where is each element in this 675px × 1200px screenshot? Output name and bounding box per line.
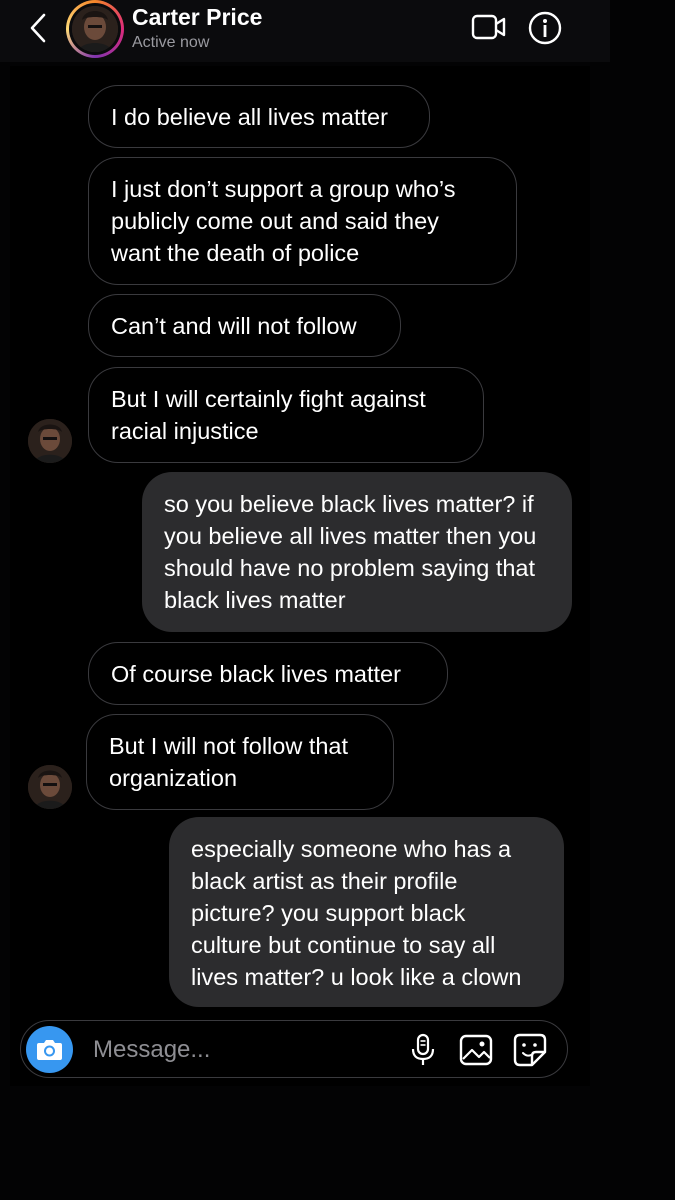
chevron-left-icon — [30, 13, 46, 43]
message-bubble-outgoing[interactable]: so you believe black lives matter? if yo… — [142, 472, 572, 632]
camera-icon — [37, 1040, 62, 1060]
message-input[interactable] — [91, 1031, 385, 1069]
message-text: Can’t and will not follow — [111, 313, 357, 339]
video-call-button[interactable] — [470, 12, 508, 42]
message-text: I just don’t support a group who’s publi… — [111, 176, 456, 266]
chat-header: Carter Price Active now — [0, 0, 610, 62]
active-status: Active now — [132, 34, 210, 51]
camera-button[interactable] — [26, 1026, 73, 1073]
gallery-button[interactable] — [458, 1033, 494, 1067]
message-bubble-incoming[interactable]: Of course black lives matter — [88, 642, 448, 705]
microphone-icon — [411, 1033, 435, 1065]
info-button[interactable] — [527, 10, 563, 46]
voice-message-button[interactable] — [409, 1032, 437, 1068]
message-bubble-incoming[interactable]: I do believe all lives matter — [88, 85, 430, 148]
message-bubble-outgoing[interactable]: especially someone who has a black artis… — [169, 817, 564, 1007]
message-text: But I will not follow that organization — [109, 733, 349, 791]
message-bubble-incoming[interactable]: But I will not follow that organization — [86, 714, 394, 810]
sticker-button[interactable] — [512, 1032, 548, 1068]
message-text: I do believe all lives matter — [111, 104, 388, 130]
sticker-icon — [513, 1033, 547, 1067]
message-text: so you believe black lives matter? if yo… — [164, 491, 537, 613]
info-icon — [528, 11, 562, 45]
sender-avatar[interactable] — [28, 765, 72, 809]
message-bubble-incoming[interactable]: I just don’t support a group who’s publi… — [88, 157, 517, 285]
message-text: But I will certainly fight against racia… — [111, 386, 426, 444]
video-camera-icon — [471, 14, 506, 40]
dm-screen: Carter Price Active now I do believe all… — [0, 0, 675, 1200]
message-bubble-incoming[interactable]: But I will certainly fight against racia… — [88, 367, 484, 463]
message-text: especially someone who has a black artis… — [191, 836, 522, 990]
message-composer — [20, 1020, 568, 1078]
gallery-icon — [459, 1034, 493, 1066]
back-button[interactable] — [26, 10, 54, 46]
message-thread[interactable]: I do believe all lives matter I just don… — [10, 66, 590, 1086]
message-text: Of course black lives matter — [111, 661, 401, 687]
contact-name[interactable]: Carter Price — [132, 4, 262, 31]
sender-avatar[interactable] — [28, 419, 72, 463]
contact-avatar[interactable] — [66, 0, 124, 58]
message-bubble-incoming[interactable]: Can’t and will not follow — [88, 294, 401, 357]
avatar-image — [72, 6, 118, 52]
